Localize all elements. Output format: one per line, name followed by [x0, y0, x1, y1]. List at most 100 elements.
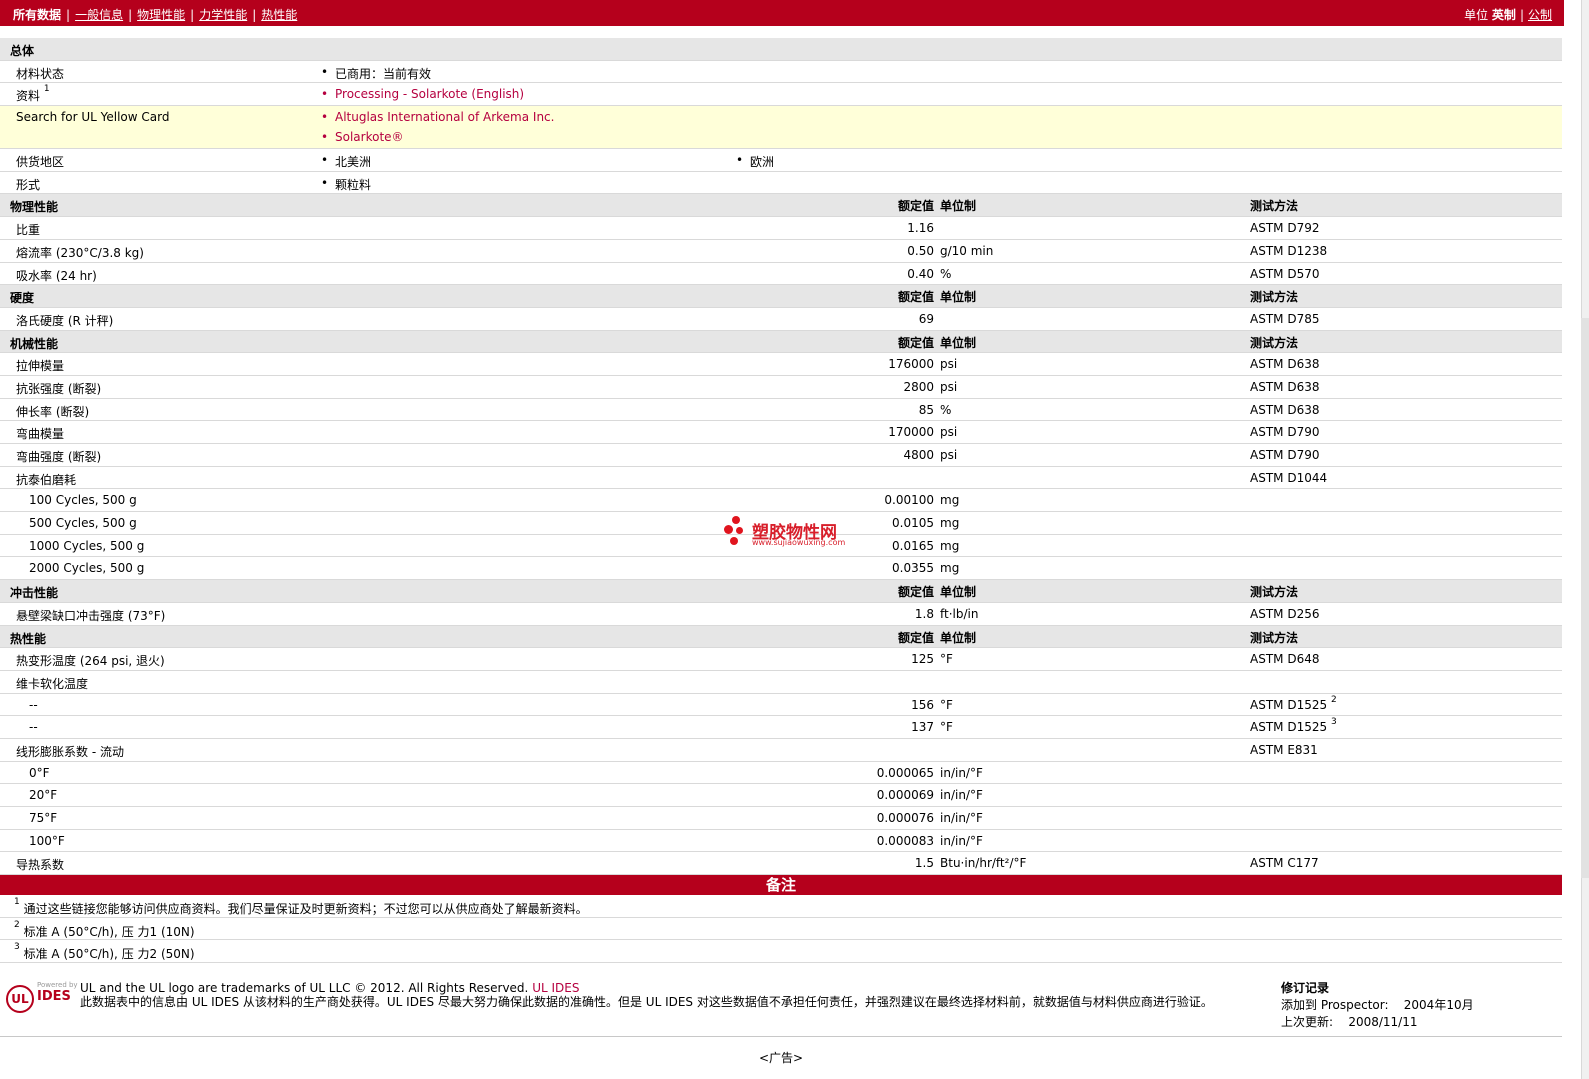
- property-label: 拉伸模量: [16, 359, 65, 374]
- watermark-dot-icon: [736, 527, 743, 534]
- property-row: 熔流率 (230°C/3.8 kg) 0.50 g/10 min ASTM D1238: [0, 240, 1562, 263]
- property-value: 0.40: [907, 266, 934, 281]
- tab-physical[interactable]: 物理性能: [137, 8, 185, 22]
- note-text: 标准 A (50°C/h), 压 力1 (10N): [23, 924, 195, 939]
- property-value: 156: [911, 697, 934, 712]
- property-label: 吸水率 (24 hr): [16, 268, 97, 283]
- property-value: 1.5: [914, 856, 934, 871]
- section-title: 总体: [10, 44, 35, 58]
- unit-imperial[interactable]: 英制: [1492, 8, 1516, 22]
- unit-label: 单位: [1464, 8, 1489, 22]
- property-label: 100 Cycles, 500 g: [29, 493, 137, 508]
- region-value: 欧洲: [736, 153, 774, 170]
- property-label: 20°F: [29, 788, 58, 803]
- scrollbar-thumb[interactable]: [1581, 318, 1589, 878]
- property-value: 85: [918, 402, 934, 417]
- test-method: ASTM D1044: [1250, 470, 1328, 485]
- property-label: 线形膨胀系数 - 流动: [16, 744, 124, 759]
- property-label: 1000 Cycles, 500 g: [29, 538, 145, 553]
- property-label: 悬壁梁缺口冲击强度 (73°F): [16, 608, 166, 623]
- section-title: 物理性能: [10, 200, 59, 215]
- product-link[interactable]: Solarkote®: [321, 130, 403, 144]
- note-text: 通过这些链接您能够访问供应商资料。我们尽量保证及时更新资料；不过您可以从供应商处…: [23, 902, 588, 917]
- watermark-url: www.sujiaowuxing.com: [752, 538, 846, 547]
- property-label: 2000 Cycles, 500 g: [29, 561, 145, 576]
- row-label: 资料 1: [16, 84, 50, 104]
- property-value: 0.00100: [884, 493, 934, 508]
- property-label: 抗泰伯磨耗: [16, 472, 77, 487]
- property-row: 洛氏硬度 (R 计秤) 69 ASTM D785: [0, 308, 1562, 331]
- property-unit: g/10 min: [940, 243, 994, 258]
- note-item: 3 标准 A (50°C/h), 压 力2 (50N): [0, 940, 1562, 964]
- property-value: 176000: [888, 357, 934, 372]
- property-value: 0.0165: [892, 538, 934, 553]
- property-value: 69: [918, 311, 934, 326]
- property-label: 洛氏硬度 (R 计秤): [16, 313, 114, 328]
- property-unit: Btu·in/hr/ft²/°F: [940, 856, 1027, 871]
- property-unit: °F: [940, 720, 953, 735]
- vertical-scrollbar[interactable]: [1581, 0, 1589, 1079]
- tab-thermal[interactable]: 热性能: [261, 8, 297, 22]
- section-header: 冲击性能 额定值 单位制 测试方法: [0, 580, 1562, 603]
- watermark-dot-icon: [730, 537, 738, 545]
- property-row: 维卡软化温度: [0, 671, 1562, 694]
- property-unit: psi: [940, 425, 958, 440]
- property-unit: mg: [940, 516, 960, 531]
- property-row: -- 156 °F ASTM D1525 2: [0, 694, 1562, 717]
- property-label: 熔流率 (230°C/3.8 kg): [16, 245, 144, 260]
- property-row: 2000 Cycles, 500 g 0.0355 mg: [0, 557, 1562, 581]
- col-header-method: 测试方法: [1250, 585, 1299, 600]
- test-method: ASTM D256: [1250, 606, 1320, 621]
- test-method: ASTM E831: [1250, 742, 1318, 757]
- watermark-dot-icon: [732, 516, 740, 524]
- property-value: 0.50: [907, 243, 934, 258]
- property-row: 75°F 0.000076 in/in/°F: [0, 807, 1562, 830]
- property-label: 弯曲强度 (断裂): [16, 450, 102, 464]
- row-form: 形式 颗粒料: [0, 172, 1562, 195]
- property-value: 0.0105: [892, 516, 934, 531]
- property-unit: in/in/°F: [940, 765, 983, 780]
- property-unit: ft·lb/in: [940, 606, 979, 621]
- col-header-unit: 单位制: [940, 290, 977, 305]
- property-unit: in/in/°F: [940, 811, 983, 825]
- note-item: 1 通过这些链接您能够访问供应商资料。我们尽量保证及时更新资料；不过您可以从供应…: [0, 895, 1562, 918]
- property-value: 0.000069: [876, 788, 934, 803]
- note-number: 2: [14, 919, 20, 930]
- col-header-unit: 单位制: [940, 199, 977, 214]
- supplier-link[interactable]: Altuglas International of Arkema Inc.: [321, 110, 554, 124]
- col-header-method: 测试方法: [1250, 290, 1299, 305]
- section-title: 冲击性能: [10, 586, 59, 601]
- tab-all-data[interactable]: 所有数据: [13, 8, 61, 22]
- region-value: 北美洲: [321, 153, 371, 170]
- property-row: 抗张强度 (断裂) 2800 psi ASTM D638: [0, 376, 1562, 399]
- property-label: --: [29, 720, 38, 735]
- property-unit: in/in/°F: [940, 833, 983, 848]
- col-header-method: 测试方法: [1250, 335, 1299, 350]
- property-unit: psi: [940, 448, 958, 462]
- property-label: 0°F: [29, 765, 50, 780]
- property-row: 比重 1.16 ASTM D792: [0, 217, 1562, 240]
- processing-doc-link[interactable]: Processing - Solarkote (English): [321, 87, 524, 101]
- property-value: 0.000076: [876, 811, 934, 825]
- property-label: 抗张强度 (断裂): [16, 381, 102, 396]
- test-method: ASTM D638: [1250, 402, 1320, 417]
- test-method: ASTM D570: [1250, 266, 1320, 281]
- revision-updated: 上次更新: 2008/11/11: [1281, 1015, 1418, 1029]
- tab-general-info[interactable]: 一般信息: [75, 8, 123, 22]
- unit-metric[interactable]: 公制: [1528, 8, 1552, 22]
- watermark-dot-icon: [724, 525, 733, 534]
- property-value: 4800: [903, 448, 934, 462]
- property-row: 伸长率 (断裂) 85% ASTM D638: [0, 399, 1562, 422]
- test-method: ASTM D1525 2: [1250, 694, 1337, 712]
- test-method: ASTM D785: [1250, 311, 1320, 326]
- tab-mechanical[interactable]: 力学性能: [199, 8, 247, 22]
- row-label: 材料状态: [16, 66, 65, 81]
- property-unit: °F: [940, 697, 953, 712]
- property-row: 导热系数 1.5 Btu·in/hr/ft²/°F ASTM C177: [0, 852, 1562, 876]
- ul-ides-link[interactable]: UL IDES: [532, 981, 579, 995]
- test-method: ASTM D790: [1250, 425, 1320, 440]
- property-unit: °F: [940, 652, 953, 667]
- property-unit: psi: [940, 379, 958, 394]
- row-yellow-card: Search for UL Yellow Card Altuglas Inter…: [0, 106, 1562, 150]
- property-label: 导热系数: [16, 858, 65, 873]
